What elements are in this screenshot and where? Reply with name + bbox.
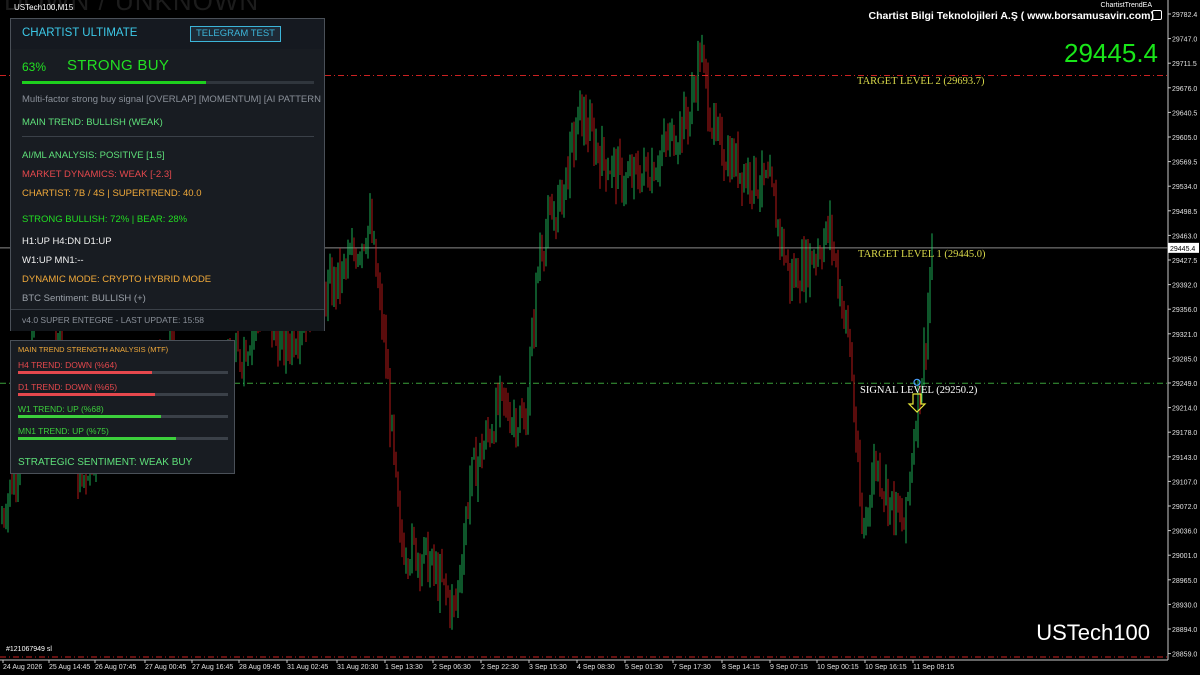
market-dynamics: MARKET DYNAMICS: WEAK [-2.3] — [22, 169, 172, 180]
time-tick-label: 27 Aug 00:45 — [145, 664, 186, 671]
price-tick-label: 29605.0 — [1172, 135, 1197, 142]
signal-strength-fill — [22, 81, 206, 84]
price-tick-label: 29747.0 — [1172, 37, 1197, 44]
price-tick-label: 29463.0 — [1172, 233, 1197, 240]
price-tick-label: 29036.0 — [1172, 529, 1197, 536]
chartist-score: CHARTIST: 7B / 4S | SUPERTREND: 40.0 — [22, 188, 202, 199]
btc-sentiment: BTC Sentiment: BULLISH (+) — [22, 293, 146, 304]
symbol-name: USTech100 — [1036, 620, 1150, 645]
time-tick-label: 10 Sep 16:15 — [865, 664, 907, 671]
time-tick-label: 31 Aug 20:30 — [337, 664, 378, 671]
mtf-panel: MAIN TREND STRENGTH ANALYSIS (MTF) H4 TR… — [10, 340, 235, 474]
bull-bear-ratio: STRONG BULLISH: 72% | BEAR: 28% — [22, 214, 188, 225]
target-level-1-label: TARGET LEVEL 1 (29445.0) — [858, 249, 986, 260]
timeframe-trends-1: H1:UP H4:DN D1:UP — [22, 236, 112, 247]
time-tick-label: 10 Sep 00:15 — [817, 664, 859, 671]
time-tick-label: 2 Sep 22:30 — [481, 664, 519, 671]
price-tick-label: 29285.0 — [1172, 356, 1197, 363]
strategic-sentiment: STRATEGIC SENTIMENT: WEAK BUY — [18, 457, 193, 468]
ea-name: ChartistTrendEA — [1100, 2, 1152, 9]
mtf-row-label: H4 TREND: DOWN (%64) — [18, 360, 118, 370]
time-tick-label: 3 Sep 15:30 — [529, 664, 567, 671]
time-tick-label: 31 Aug 02:45 — [287, 664, 328, 671]
time-tick-label: 7 Sep 17:30 — [673, 664, 711, 671]
price-tick-label: 29782.4 — [1172, 12, 1197, 19]
mtf-row-label: MN1 TREND: UP (%75) — [18, 426, 109, 436]
signal-description: Multi-factor strong buy signal [OVERLAP]… — [22, 94, 321, 105]
mtf-bar — [18, 393, 228, 396]
time-tick-label: 8 Sep 14:15 — [722, 664, 760, 671]
mtf-bar-fill — [18, 415, 161, 418]
dynamic-mode: DYNAMIC MODE: CRYPTO HYBRID MODE — [22, 274, 212, 285]
price-tick-label: 29001.0 — [1172, 553, 1197, 560]
panel-footer: v4.0 SUPER ENTEGRE - LAST UPDATE: 15:58 — [11, 309, 324, 331]
time-tick-label: 24 Aug 2026 — [3, 664, 42, 671]
mtf-row-mn1: MN1 TREND: UP (%75) — [18, 426, 228, 440]
price-tick-label: 29640.5 — [1172, 110, 1197, 117]
mtf-bar-fill — [18, 437, 176, 440]
timeframe-trends-2: W1:UP MN1:-- — [22, 255, 84, 266]
price-tick-label: 28859.0 — [1172, 652, 1197, 659]
price-tick-label: 28930.0 — [1172, 602, 1197, 609]
target-level-2-label: TARGET LEVEL 2 (29693.7) — [857, 76, 985, 87]
time-tick-label: 28 Aug 09:45 — [239, 664, 280, 671]
price-tick-label: 29107.0 — [1172, 479, 1197, 486]
time-tick-label: 9 Sep 07:15 — [770, 664, 808, 671]
mtf-row-d1: D1 TREND: DOWN (%65) — [18, 382, 228, 396]
time-tick-label: 1 Sep 13:30 — [385, 664, 423, 671]
time-tick-label: 11 Sep 09:15 — [913, 664, 954, 671]
current-price-display: 29445.4 — [1064, 38, 1158, 68]
price-tick-label: 29392.0 — [1172, 283, 1197, 290]
mtf-bar — [18, 415, 228, 418]
mtf-row-w1: W1 TREND: UP (%68) — [18, 404, 228, 418]
mtf-title: MAIN TREND STRENGTH ANALYSIS (MTF) — [18, 345, 169, 354]
price-tick-label: 28965.0 — [1172, 578, 1197, 585]
price-tick-label: 29178.0 — [1172, 430, 1197, 437]
time-tick-label: 5 Sep 01:30 — [625, 664, 663, 671]
time-tick-label: 25 Aug 14:45 — [49, 664, 90, 671]
ea-settings-icon[interactable] — [1152, 10, 1162, 20]
price-tick-label: 29569.5 — [1172, 160, 1197, 167]
account-tag: #121067949 sl — [6, 646, 52, 653]
panel-title: CHARTIST ULTIMATE — [22, 27, 138, 39]
price-tick-label: 29676.0 — [1172, 86, 1197, 93]
price-tick-label: 29214.0 — [1172, 406, 1197, 413]
mtf-bar-fill — [18, 393, 155, 396]
time-tick-label: 26 Aug 07:45 — [95, 664, 136, 671]
mtf-bar — [18, 371, 228, 374]
buy-arrow-icon — [907, 393, 927, 413]
price-tick-label: 28894.0 — [1172, 627, 1197, 634]
price-tick-label: 29072.0 — [1172, 504, 1197, 511]
last-update: v4.0 SUPER ENTEGRE - LAST UPDATE: 15:58 — [22, 315, 205, 325]
mtf-row-h4: H4 TREND: DOWN (%64) — [18, 360, 228, 374]
price-tick-label: 29249.0 — [1172, 381, 1197, 388]
chartist-panel: CHARTIST ULTIMATE TELEGRAM TEST 63% STRO… — [10, 18, 325, 331]
price-tick-label: 29427.5 — [1172, 258, 1197, 265]
main-trend: MAIN TREND: BULLISH (WEAK) — [22, 117, 163, 128]
price-tick-label: 29356.0 — [1172, 307, 1197, 314]
ai-ml-analysis: AI/ML ANALYSIS: POSITIVE [1.5] — [22, 150, 165, 161]
price-tick-label: 29321.0 — [1172, 332, 1197, 339]
signal-text: STRONG BUY — [67, 57, 170, 74]
divider — [22, 136, 314, 137]
price-tick-label: 29498.5 — [1172, 209, 1197, 216]
telegram-test-button[interactable]: TELEGRAM TEST — [190, 26, 281, 42]
mtf-row-label: D1 TREND: DOWN (%65) — [18, 382, 118, 392]
time-tick-label: 27 Aug 16:45 — [192, 664, 233, 671]
mtf-row-label: W1 TREND: UP (%68) — [18, 404, 104, 414]
time-tick-label: 2 Sep 06:30 — [433, 664, 471, 671]
symbol-timeframe: USTech100,M15 — [14, 3, 74, 12]
price-tick-label: 29711.5 — [1172, 61, 1197, 68]
signal-level-label: SIGNAL LEVEL (29250.2) — [860, 385, 978, 396]
mtf-bar — [18, 437, 228, 440]
price-tick-label: 29143.0 — [1172, 455, 1197, 462]
current-price-tag-label: 29445.4 — [1170, 246, 1195, 253]
signal-percent: 63% — [22, 60, 47, 74]
signal-strength-bar — [22, 81, 314, 84]
time-tick-label: 4 Sep 08:30 — [577, 664, 615, 671]
brand-text: Chartist Bilgi Teknolojileri A.Ş ( www.b… — [868, 10, 1155, 22]
mtf-bar-fill — [18, 371, 153, 374]
price-tick-label: 29534.0 — [1172, 184, 1197, 191]
